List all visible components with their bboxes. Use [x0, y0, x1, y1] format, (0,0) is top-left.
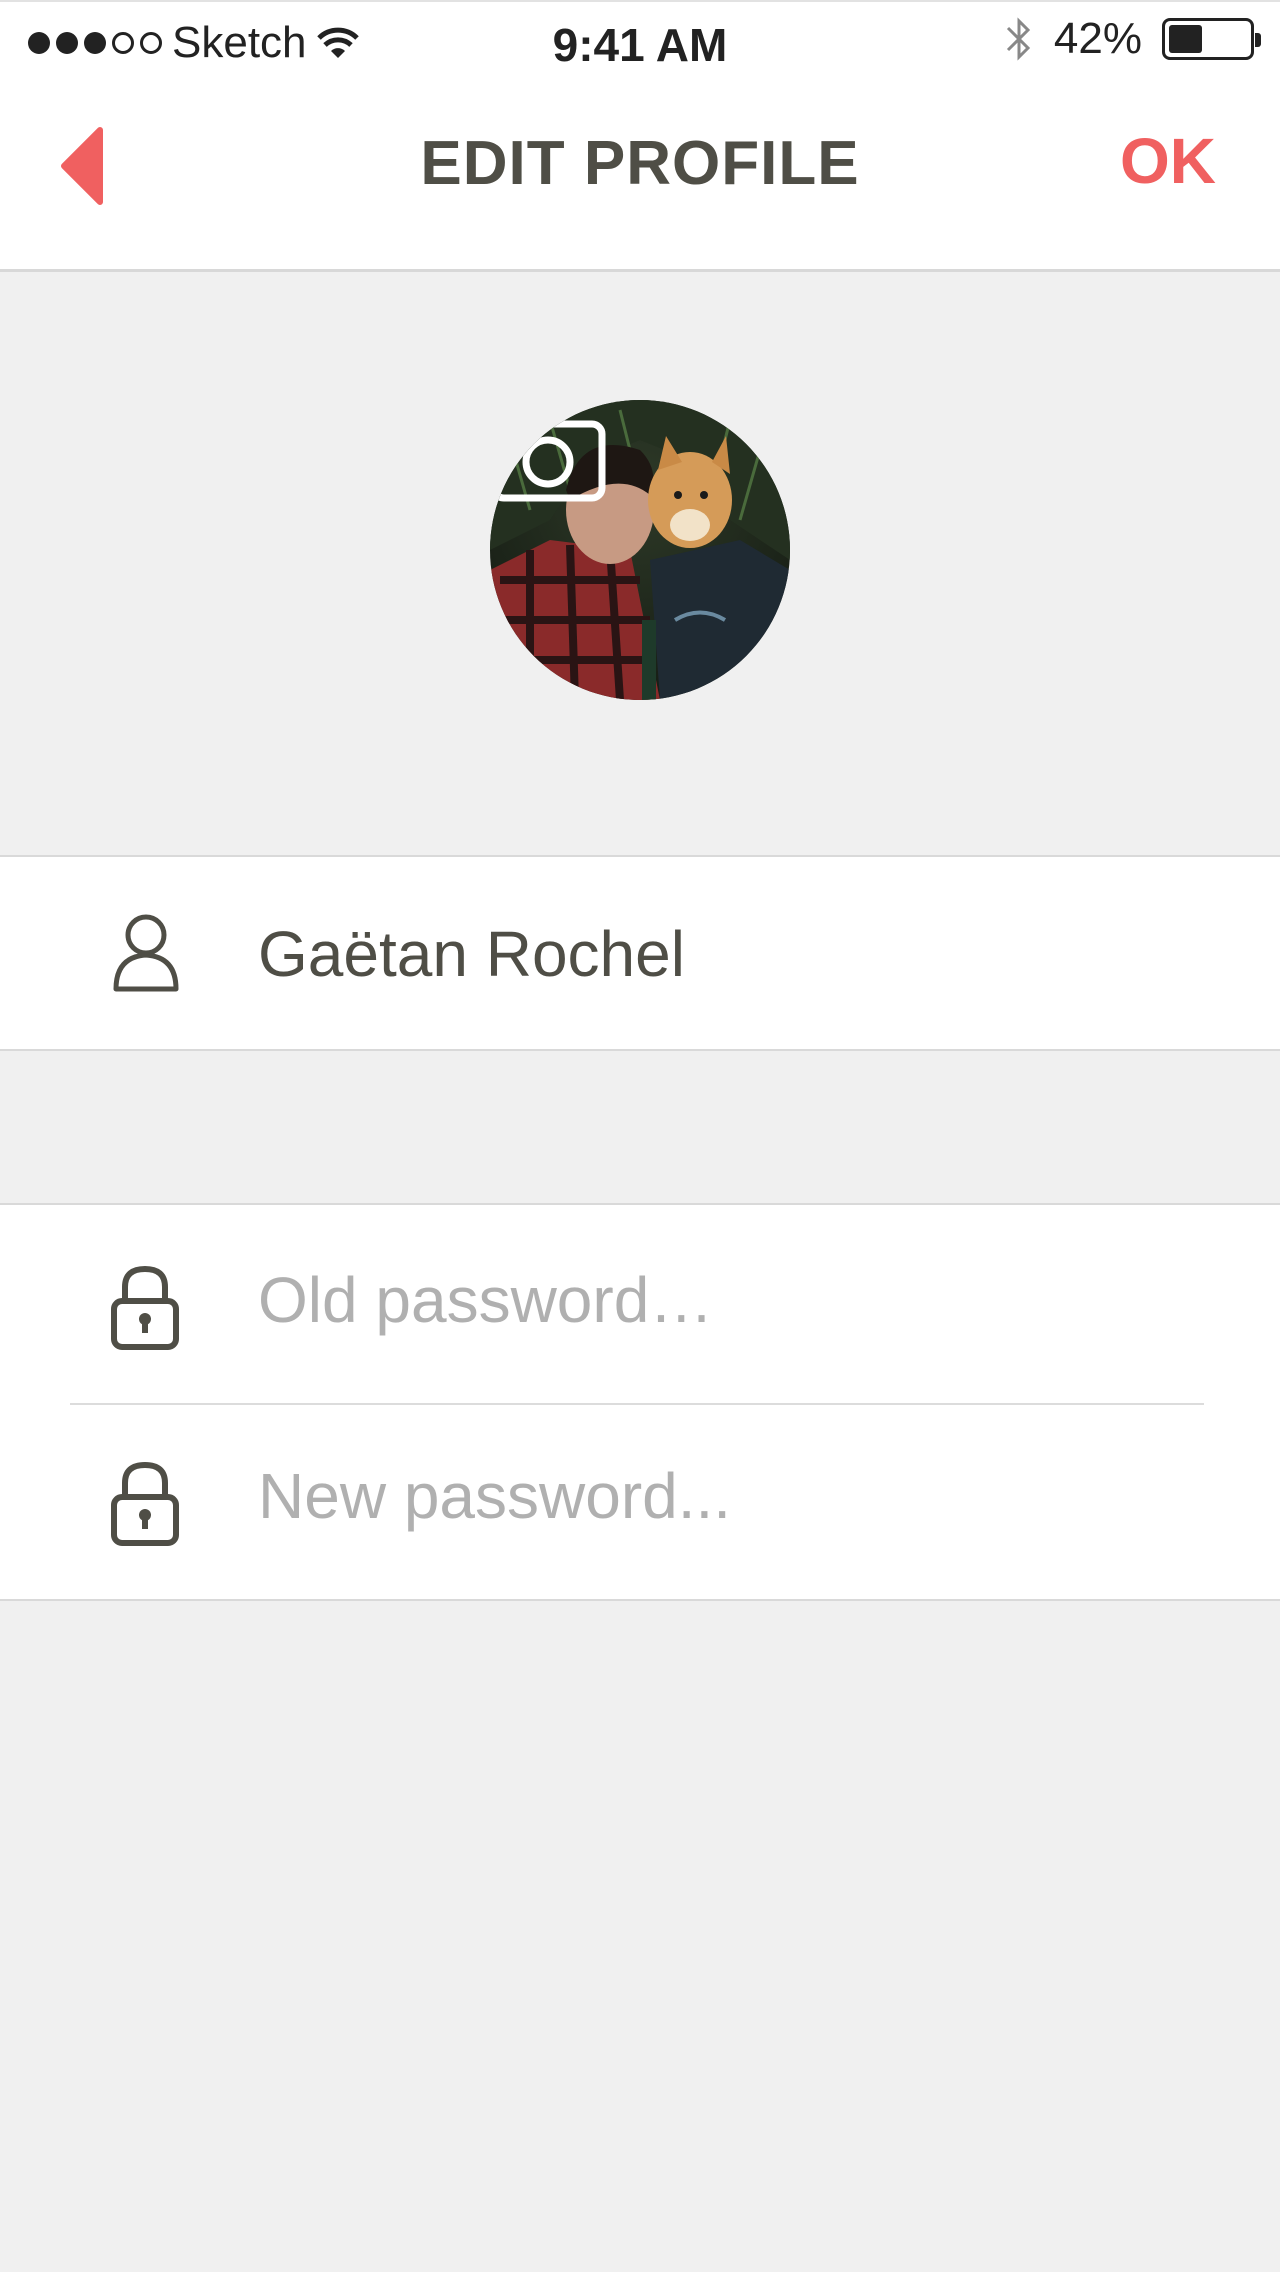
new-password-input[interactable] — [258, 1459, 1158, 1533]
avatar[interactable] — [490, 400, 790, 700]
name-card: Gaëtan Rochel — [0, 855, 1280, 1051]
bluetooth-icon — [1006, 17, 1031, 61]
name-row[interactable]: Gaëtan Rochel — [0, 857, 1280, 1053]
old-password-input[interactable] — [258, 1263, 1158, 1337]
old-password-row — [0, 1205, 1280, 1401]
ok-button[interactable]: OK — [1120, 124, 1216, 198]
new-password-row — [0, 1405, 1280, 1601]
battery-percent: 42% — [1053, 14, 1142, 63]
password-card — [0, 1203, 1280, 1601]
user-icon — [113, 914, 179, 992]
name-field[interactable]: Gaëtan Rochel — [258, 917, 1158, 991]
battery-level — [1169, 25, 1202, 53]
lock-icon — [111, 1461, 179, 1546]
camera-icon — [490, 402, 606, 502]
navigation-bar: EDIT PROFILE OK — [0, 80, 1280, 272]
battery-icon — [1162, 18, 1261, 60]
status-right: 42% — [1004, 14, 1261, 64]
status-bar: Sketch 9:41 AM 42% — [0, 0, 1280, 80]
page-title: EDIT PROFILE — [420, 129, 860, 198]
lock-icon — [111, 1265, 179, 1350]
